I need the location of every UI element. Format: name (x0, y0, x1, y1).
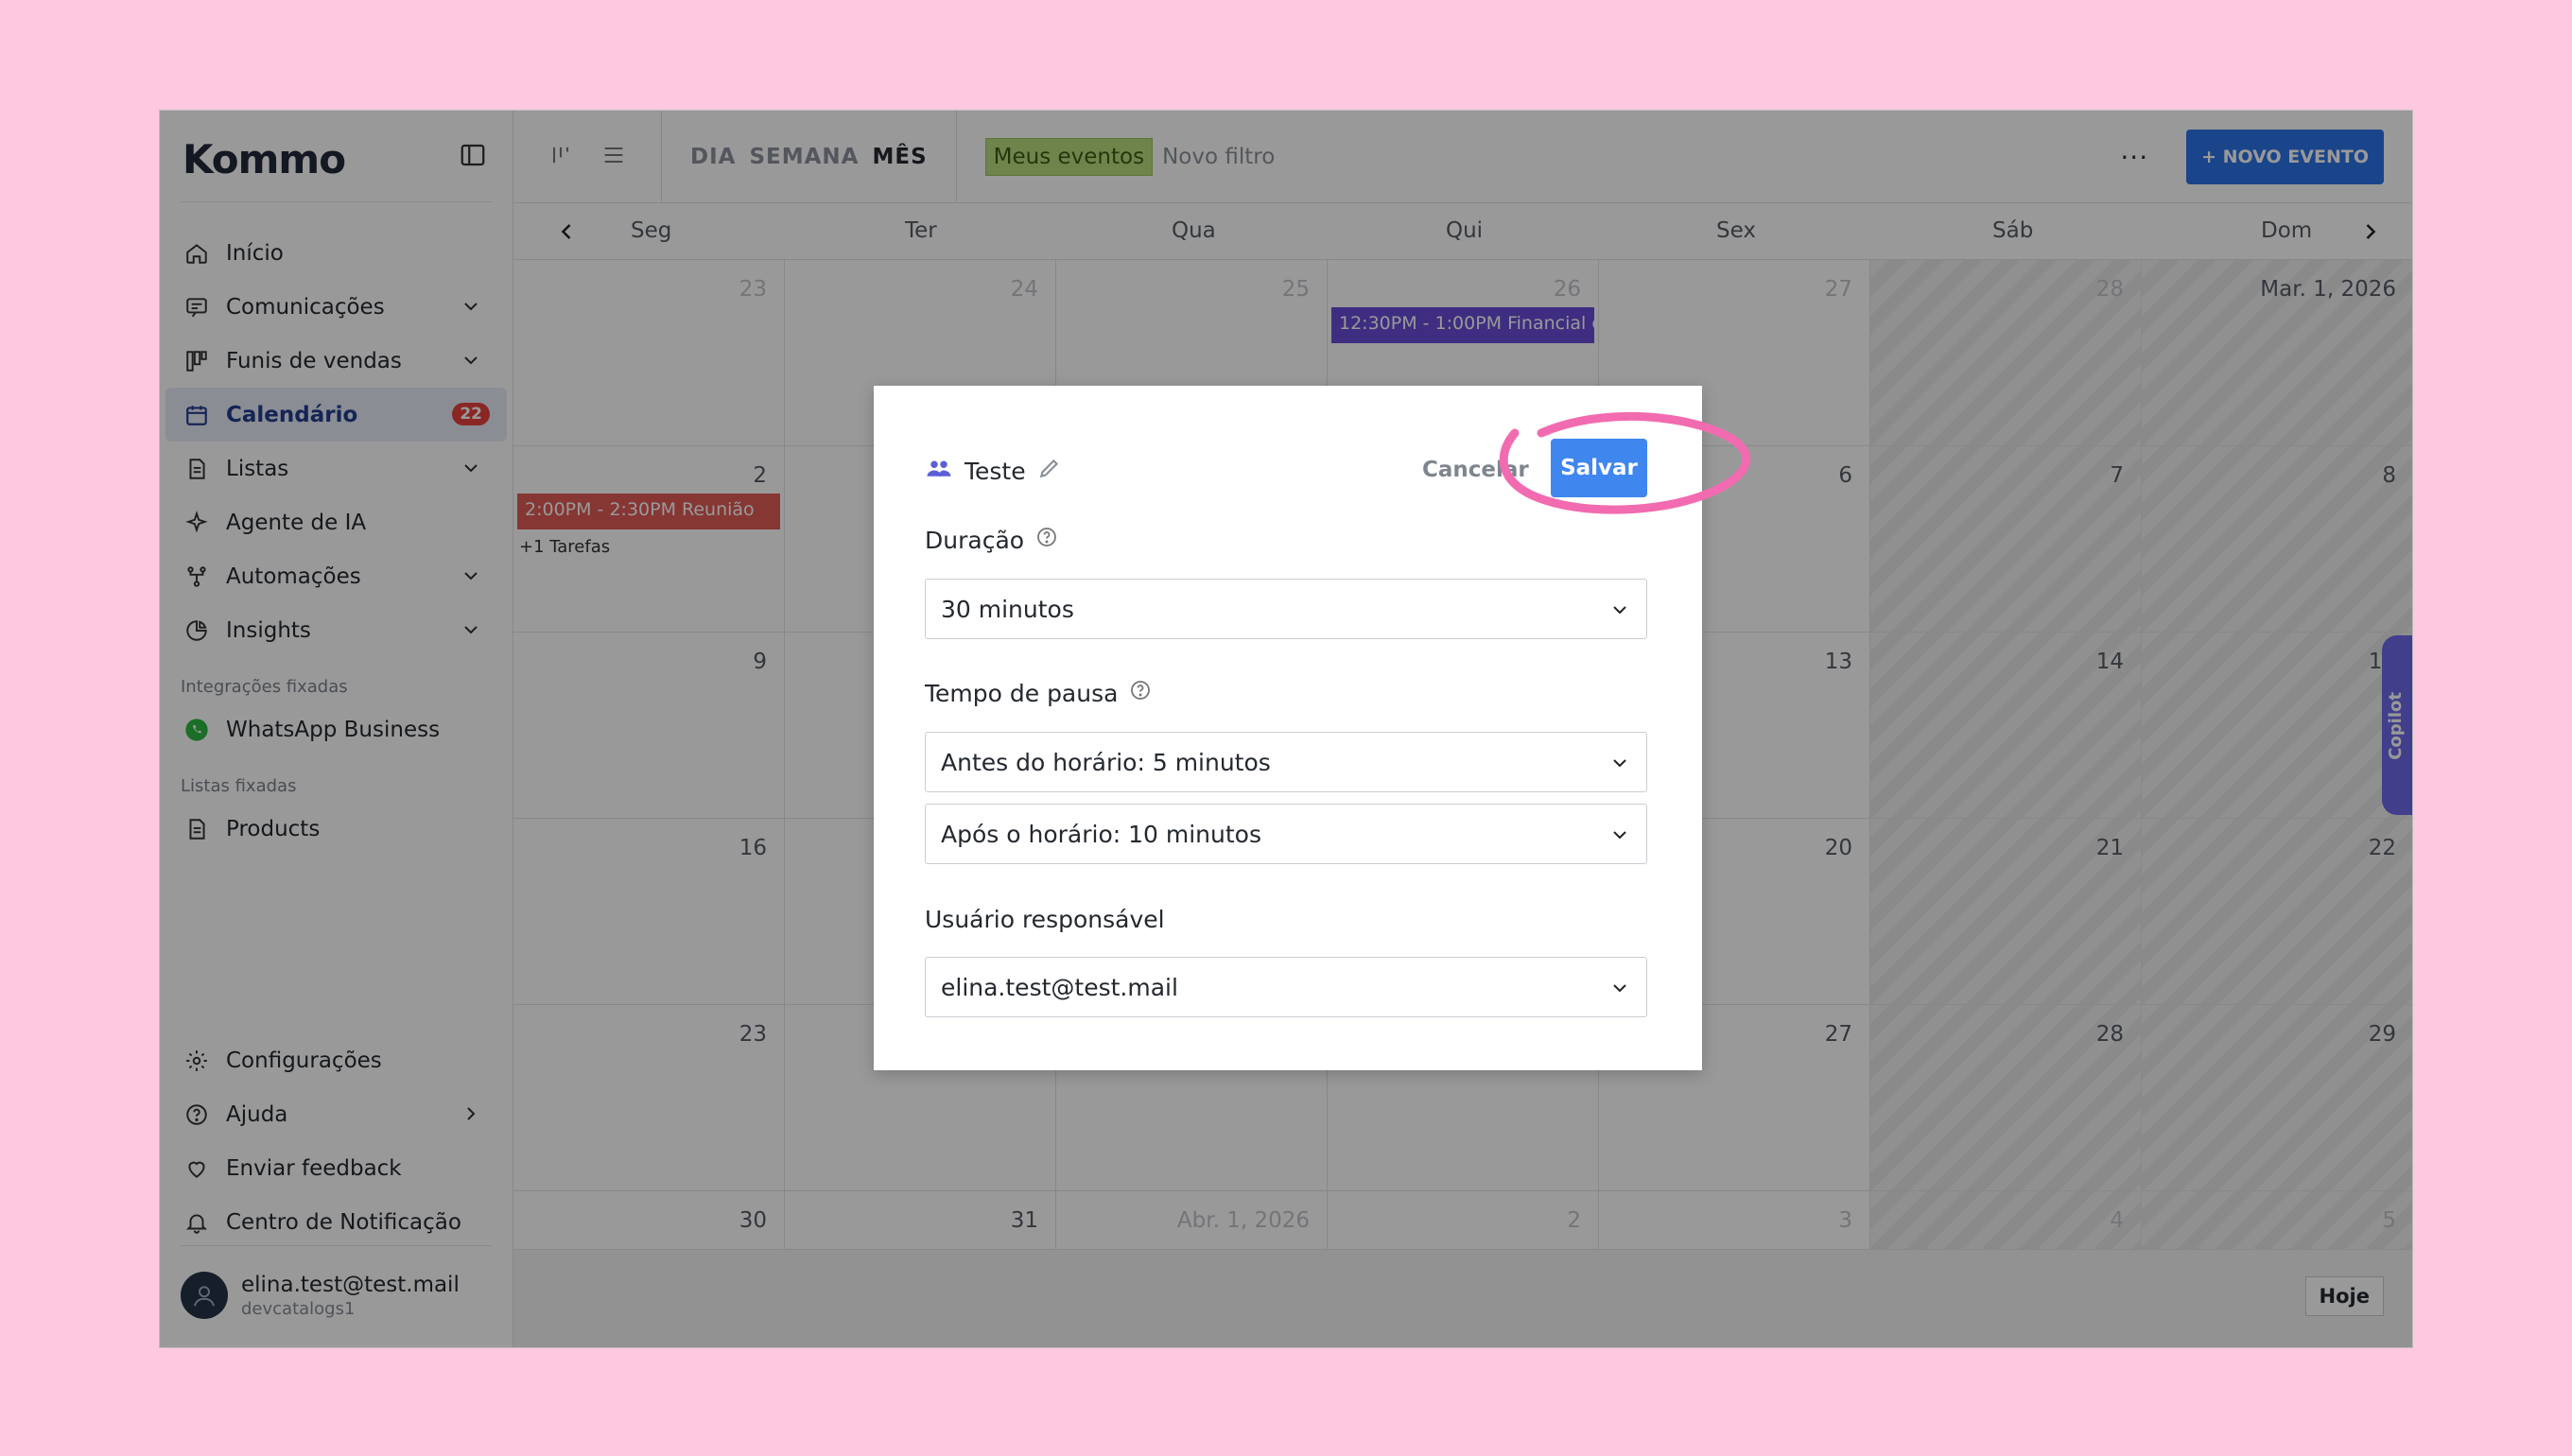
duration-select[interactable]: 30 minutos (925, 579, 1647, 639)
pause-before-select[interactable]: Antes do horário: 5 minutos (925, 732, 1647, 792)
chevron-down-icon (1608, 977, 1631, 999)
pause-label: Tempo de pausa (925, 679, 1152, 707)
owner-value: elina.test@test.mail (941, 973, 1178, 1001)
modal-title: Teste (964, 457, 1026, 485)
owner-label: Usuário responsável (925, 906, 1165, 933)
booking-settings-modal: Teste Cancelar Salvar Duração 30 minutos… (874, 386, 1702, 1070)
chevron-down-icon (1608, 823, 1631, 846)
pause-after-select[interactable]: Após o horário: 10 minutos (925, 804, 1647, 864)
pause-before-value: Antes do horário: 5 minutos (941, 748, 1271, 776)
save-button[interactable]: Salvar (1551, 439, 1647, 497)
owner-label-text: Usuário responsável (925, 906, 1165, 933)
chevron-down-icon (1608, 598, 1631, 621)
owner-select[interactable]: elina.test@test.mail (925, 957, 1647, 1017)
help-icon[interactable] (1129, 679, 1152, 707)
cancel-button[interactable]: Cancelar (1422, 458, 1529, 482)
pause-label-text: Tempo de pausa (925, 679, 1119, 707)
duration-label-text: Duração (925, 526, 1025, 554)
help-icon[interactable] (1035, 526, 1058, 554)
pause-after-value: Após o horário: 10 minutos (941, 820, 1261, 848)
duration-value: 30 minutos (941, 595, 1074, 623)
modal-header: Teste (925, 454, 1062, 488)
chevron-down-icon (1608, 752, 1631, 774)
group-icon (925, 454, 953, 488)
edit-pencil-icon[interactable] (1037, 456, 1062, 486)
duration-label: Duração (925, 526, 1058, 554)
